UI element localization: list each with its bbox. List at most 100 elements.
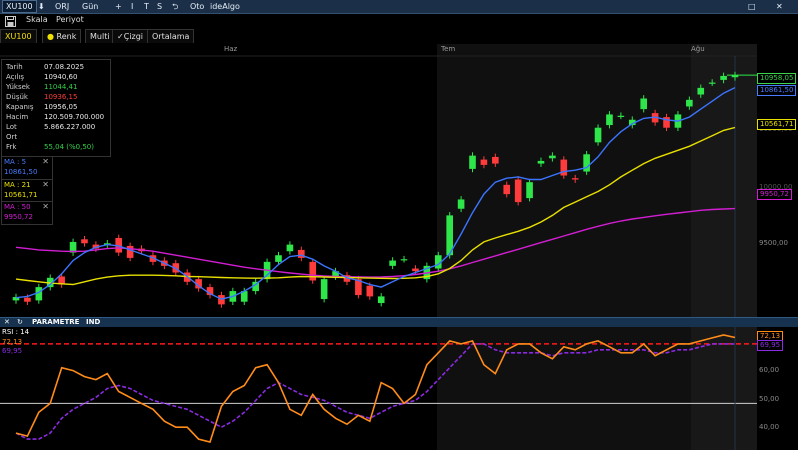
ma21-legend[interactable]: MA : 21 10561,71 ✕ xyxy=(1,179,53,203)
i-button[interactable]: I xyxy=(131,1,133,12)
info-row-low: Düşük 10936,15 xyxy=(6,92,110,102)
info-value: 5.866.227.000 xyxy=(44,123,96,131)
info-value: 10956,05 xyxy=(44,103,78,111)
candle-body xyxy=(686,99,693,107)
chart-toolbar: Skala Periyot xyxy=(0,14,150,28)
info-value: 10936,15 xyxy=(44,93,78,101)
tab-multi[interactable]: Multi xyxy=(85,29,115,43)
window-titlebar: XU100 ⬇ ORJ Gün + I T S ⮌ Oto ideAlgo □ … xyxy=(0,0,798,14)
tab-color[interactable]: ● Renk xyxy=(42,29,82,43)
ma5-label: MA : 5 xyxy=(4,158,27,166)
rsi-tick-60: 60,00 xyxy=(759,366,780,374)
refresh-icon[interactable]: ↻ xyxy=(17,318,23,327)
period-day-button[interactable]: Gün xyxy=(82,1,98,12)
price-tag-ma5: 10861,50 xyxy=(757,85,797,96)
info-value: 55,04 (%0,50) xyxy=(44,143,94,151)
rsi-value: 72,13 xyxy=(2,338,23,346)
candle-body xyxy=(526,182,533,199)
price-tag-close: 10958,05 xyxy=(757,73,797,84)
scale-menu[interactable]: Skala xyxy=(26,15,48,24)
auto-button[interactable]: Oto xyxy=(190,1,204,12)
close-icon[interactable]: ✕ xyxy=(42,157,49,166)
x-axis-label-haz: Haz xyxy=(224,45,238,53)
info-row-open: Açılış 10940,60 xyxy=(6,72,110,82)
rsi-title: RSI : 14 xyxy=(2,328,30,336)
info-row-change: Frk 55,04 (%0,50) xyxy=(6,142,110,152)
candle-body xyxy=(457,199,465,209)
info-label: Açılış xyxy=(6,73,24,81)
price-tick-9500: 9500,00 xyxy=(759,239,788,247)
add-button[interactable]: + xyxy=(115,1,122,12)
candle-body xyxy=(389,260,396,266)
tab-average[interactable]: Ortalama xyxy=(147,29,195,43)
maximize-icon[interactable]: □ xyxy=(748,1,756,12)
candle-body xyxy=(720,75,727,80)
info-label: Tarih xyxy=(6,63,23,71)
candle-body xyxy=(320,279,328,300)
info-row-high: Yüksek 11044,41 xyxy=(6,82,110,92)
candle-body xyxy=(606,114,613,126)
candle-body xyxy=(537,160,545,164)
info-label: Ort xyxy=(6,133,18,141)
info-value: 11044,41 xyxy=(44,83,78,91)
ind-button[interactable]: IND xyxy=(86,318,100,327)
period-menu[interactable]: Periyot xyxy=(56,15,84,24)
refresh-icon[interactable]: ⮌ xyxy=(172,1,178,12)
candle-body xyxy=(366,285,374,297)
idealgo-button[interactable]: ideAlgo xyxy=(210,1,240,12)
info-label: Yüksek xyxy=(6,83,30,91)
close-icon[interactable]: ✕ xyxy=(4,318,10,327)
candle-body xyxy=(560,159,568,176)
x-axis-label-agu: Ağu xyxy=(691,45,705,53)
candle-body xyxy=(549,155,556,159)
orj-button[interactable]: ORJ xyxy=(55,1,69,12)
candle-body xyxy=(594,127,602,143)
t-button[interactable]: T xyxy=(144,1,149,12)
candle-body xyxy=(400,259,408,261)
symbol-selector[interactable]: XU100 xyxy=(2,0,37,13)
info-row-avg: Ort xyxy=(6,132,110,142)
parameter-button[interactable]: PARAMETRE xyxy=(32,318,79,327)
price-chart[interactable] xyxy=(0,44,757,317)
s-button[interactable]: S xyxy=(157,1,162,12)
candle-body xyxy=(24,297,31,302)
color-dot-icon: ● xyxy=(47,32,54,41)
info-row-lot: Lot 5.866.227.000 xyxy=(6,122,110,132)
tab-line[interactable]: ✓Çizgi xyxy=(112,29,149,43)
candle-body xyxy=(583,154,590,172)
candle-body xyxy=(514,179,522,203)
save-icon[interactable] xyxy=(5,16,16,27)
ma21-label: MA : 21 xyxy=(4,181,31,189)
ma50-label: MA : 50 xyxy=(4,203,31,211)
candle-body xyxy=(309,261,317,281)
candle-body xyxy=(377,296,385,304)
info-label: Lot xyxy=(6,123,17,131)
price-tag-ma21: 10561,71 xyxy=(757,119,797,130)
download-icon[interactable]: ⬇ xyxy=(38,1,45,12)
info-value: 120.509.700.000 xyxy=(44,113,105,121)
info-label: Frk xyxy=(6,143,17,151)
rsi-signal-tag: 69,95 xyxy=(757,340,784,351)
rsi-tick-40: 40,00 xyxy=(759,423,780,431)
candle-body xyxy=(640,98,648,110)
info-value: 07.08.2025 xyxy=(44,63,85,71)
info-label: Hacim xyxy=(6,113,29,121)
close-icon[interactable]: ✕ xyxy=(42,202,49,211)
tab-symbol[interactable]: XU100 xyxy=(0,29,37,43)
info-row-volume: Hacim 120.509.700.000 xyxy=(6,112,110,122)
ma5-legend[interactable]: MA : 5 10861,50 ✕ xyxy=(1,156,53,180)
candle-body xyxy=(412,268,419,272)
candle-body xyxy=(81,239,88,244)
candle-body xyxy=(286,244,294,252)
rsi-tick-50: 50,00 xyxy=(759,395,780,403)
info-label: Kapanış xyxy=(6,103,34,111)
rsi-chart[interactable] xyxy=(0,327,757,450)
candle-body xyxy=(571,178,579,180)
chart-tabs: XU100 ● Renk Multi ✓Çizgi Ortalama xyxy=(0,29,260,43)
ma50-value: 9950,72 xyxy=(4,213,33,221)
indicator-panel-header: ✕ ↻ PARAMETRE IND xyxy=(0,317,798,327)
close-icon[interactable]: ✕ xyxy=(776,1,783,12)
price-tag-ma50: 9950,72 xyxy=(757,189,792,200)
ma50-legend[interactable]: MA : 50 9950,72 ✕ xyxy=(1,201,53,225)
close-icon[interactable]: ✕ xyxy=(42,180,49,189)
